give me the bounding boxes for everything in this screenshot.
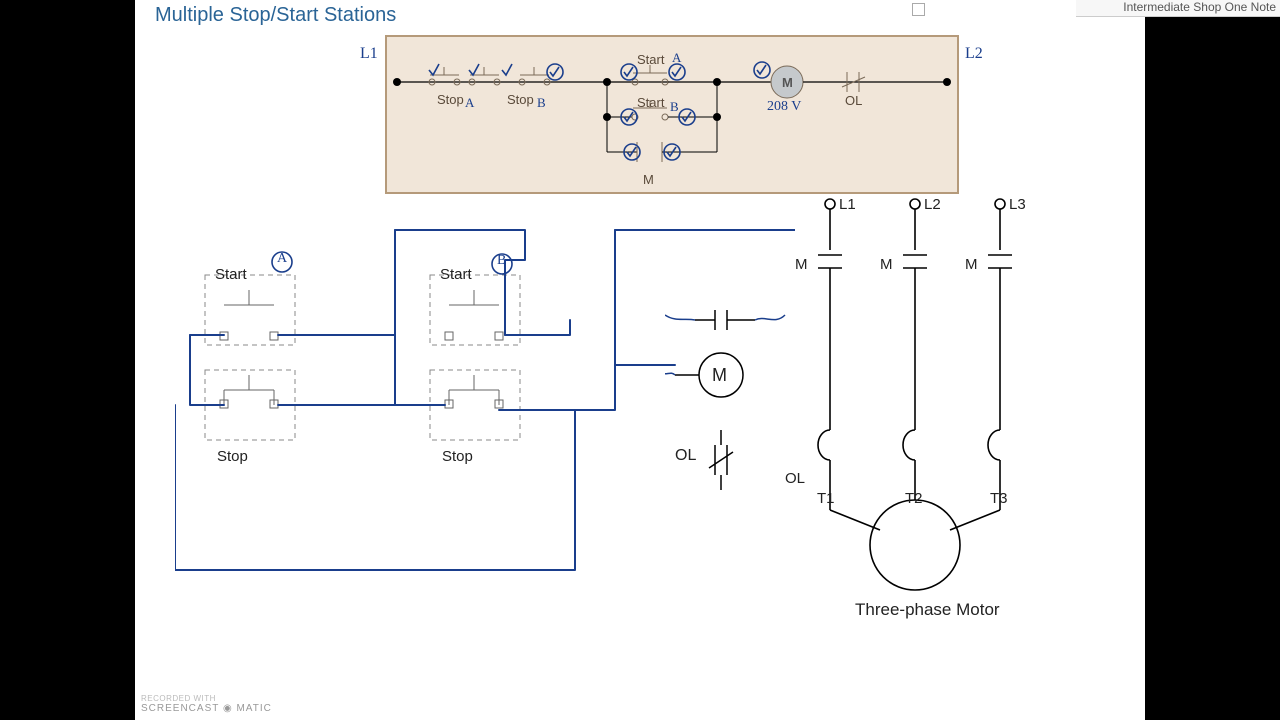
label-motor: Three-phase Motor [855, 600, 1000, 620]
ann-B: B [497, 253, 506, 269]
label-station-start-B: Start [440, 266, 472, 283]
page-title: Multiple Stop/Start Stations [155, 4, 396, 27]
label-start-mid: Start [637, 95, 664, 110]
label-M1: M [795, 256, 808, 273]
ann-stopA-sub: A [465, 95, 474, 111]
watermark-line2: SCREENCAST ◉ MATIC [141, 703, 272, 714]
label-aux-M: M [643, 172, 654, 187]
label-T3: T3 [990, 490, 1008, 507]
label-start-top: Start [637, 52, 664, 67]
label-OL: OL [845, 93, 862, 108]
ann-stopB-sub: B [537, 95, 546, 111]
watermark-line1: Recorded with [141, 694, 272, 703]
label-coil-M-lower: M [712, 365, 727, 386]
ann-startB: B [670, 99, 679, 115]
label-L2: L2 [924, 196, 941, 213]
label-station-stop-B: Stop [442, 448, 473, 465]
label-M2: M [880, 256, 893, 273]
label-OL-lower: OL [675, 447, 696, 465]
label-L1: L1 [839, 196, 856, 213]
watermark: Recorded with SCREENCAST ◉ MATIC [141, 694, 272, 714]
label-coil-M: M [782, 75, 793, 90]
checkbox-icon[interactable] [912, 3, 925, 16]
label-L3: L3 [1009, 196, 1026, 213]
ann-A: A [277, 251, 287, 267]
ann-voltage: 208 V [767, 99, 801, 115]
label-T1: T1 [817, 490, 835, 507]
label-station-start-A: Start [215, 266, 247, 283]
label-T2: T2 [905, 490, 923, 507]
annotation-L2: L2 [965, 45, 983, 63]
label-stopA: Stop [437, 92, 464, 107]
label-M3: M [965, 256, 978, 273]
label-station-stop-A: Stop [217, 448, 248, 465]
ann-startA: A [672, 50, 681, 66]
label-stopB: Stop [507, 92, 534, 107]
annotation-L1: L1 [360, 45, 378, 63]
label-power-OL: OL [785, 470, 805, 487]
top-control-diagram: Stop A Stop B Start A Start B M M 208 V … [385, 35, 959, 194]
content-area: Multiple Stop/Start Stations Intermediat… [135, 0, 1145, 720]
power-diagram [780, 190, 1050, 620]
side-tab[interactable]: Intermediate Shop One Note [1076, 0, 1280, 17]
